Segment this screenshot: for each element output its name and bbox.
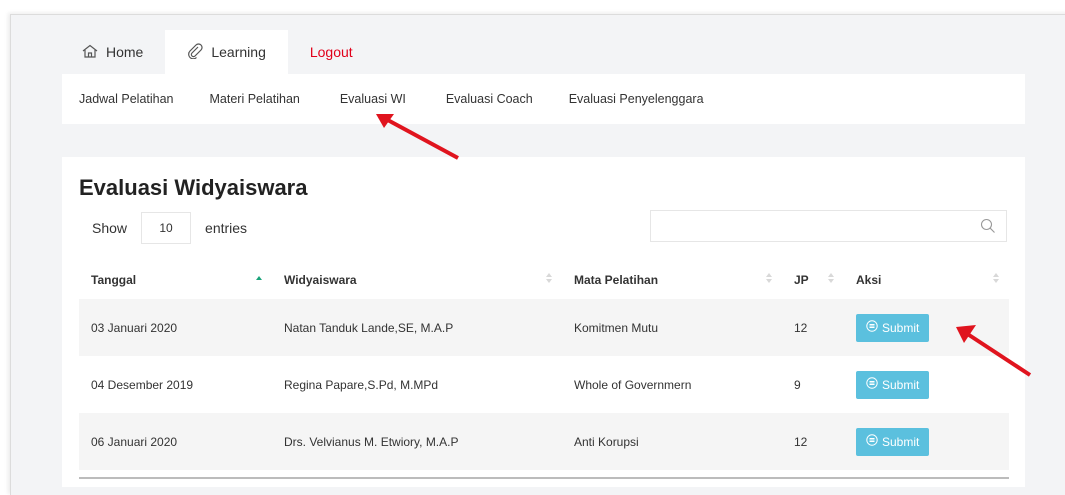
annotation-arrow-submit [956,325,1032,377]
tab-logout[interactable]: Logout [288,30,375,74]
cell-tanggal: 06 Januari 2020 [79,413,272,470]
list-icon [866,320,878,335]
column-header-jp[interactable]: JP [782,261,844,299]
table-bottom-rule [79,477,1009,479]
sort-asc-icon [256,273,262,285]
submit-button[interactable]: Submit [856,370,930,399]
table-header-row: Tanggal Widyaiswara Mata Pelatihan JP Ak… [79,261,1009,299]
evaluation-table: Tanggal Widyaiswara Mata Pelatihan JP Ak… [79,261,1009,470]
top-navigation: Home Learning Logout [62,30,375,74]
table-row: 06 Januari 2020 Drs. Velvianus M. Etwior… [79,413,1009,470]
sort-icon [766,273,772,285]
tab-home[interactable]: Home [62,30,165,74]
column-header-widyaiswara[interactable]: Widyaiswara [272,261,562,299]
column-header-mata-pelatihan[interactable]: Mata Pelatihan [562,261,782,299]
table-row: 04 Desember 2019 Regina Papare,S.Pd, M.M… [79,356,1009,413]
cell-mata-pelatihan: Komitmen Mutu [562,299,782,356]
subnav-evaluasi-coach[interactable]: Evaluasi Coach [446,92,533,106]
subnav-evaluasi-penyelenggara[interactable]: Evaluasi Penyelenggara [569,92,704,106]
subnav-evaluasi-wi[interactable]: Evaluasi WI [340,92,406,106]
table-row: 03 Januari 2020 Natan Tanduk Lande,SE, M… [79,299,1009,356]
entries-value: 10 [159,221,173,235]
submit-label: Submit [882,377,920,392]
column-header-tanggal[interactable]: Tanggal [79,261,272,299]
evaluation-card: Evaluasi Widyaiswara Show 10 entries Tan… [62,157,1025,487]
submit-label: Submit [882,434,920,449]
cell-jp: 9 [794,377,801,392]
annotation-arrow-evaluasi-wi [376,114,459,160]
cell-widyaiswara: Regina Papare,S.Pd, M.MPd [284,377,439,392]
cell-mata-pelatihan: Anti Korupsi [562,413,782,470]
subnav-materi-pelatihan[interactable]: Materi Pelatihan [210,92,300,106]
page-title: Evaluasi Widyaiswara [79,175,308,200]
cell-tanggal: 03 Januari 2020 [79,299,272,356]
sort-icon [828,273,834,285]
column-header-aksi[interactable]: Aksi [844,261,1009,299]
cell-widyaiswara: Drs. Velvianus M. Etwiory, M.A.P [272,413,562,470]
sub-navigation: Jadwal Pelatihan Materi Pelatihan Evalua… [62,74,1025,124]
subnav-jadwal-pelatihan[interactable]: Jadwal Pelatihan [79,92,174,106]
tab-logout-label: Logout [309,44,353,60]
search-icon [980,218,996,234]
search-input[interactable] [650,210,1007,242]
submit-button[interactable]: Submit [856,427,930,456]
cell-jp: 12 [782,299,844,356]
sort-icon [546,273,552,285]
list-icon [866,434,878,449]
cell-widyaiswara: Natan Tanduk Lande,SE, M.A.P [272,299,562,356]
tab-home-label: Home [106,44,144,60]
paperclip-icon [187,42,203,62]
cell-aksi: Submit [844,413,1009,470]
submit-label: Submit [882,320,920,335]
sort-icon [993,273,999,285]
cell-jp: 12 [782,413,844,470]
tab-learning[interactable]: Learning [165,30,288,74]
tab-learning-label: Learning [211,44,266,60]
home-icon [82,44,98,61]
entries-select[interactable]: 10 [141,212,192,244]
submit-button[interactable]: Submit [856,313,930,342]
cell-tanggal: 04 Desember 2019 [91,377,194,392]
list-icon [866,377,878,392]
entries-label: entries [205,220,248,236]
entries-control: Show 10 entries [92,212,247,244]
show-label: Show [92,220,128,236]
cell-mata-pelatihan: Whole of Governmern [574,377,692,392]
